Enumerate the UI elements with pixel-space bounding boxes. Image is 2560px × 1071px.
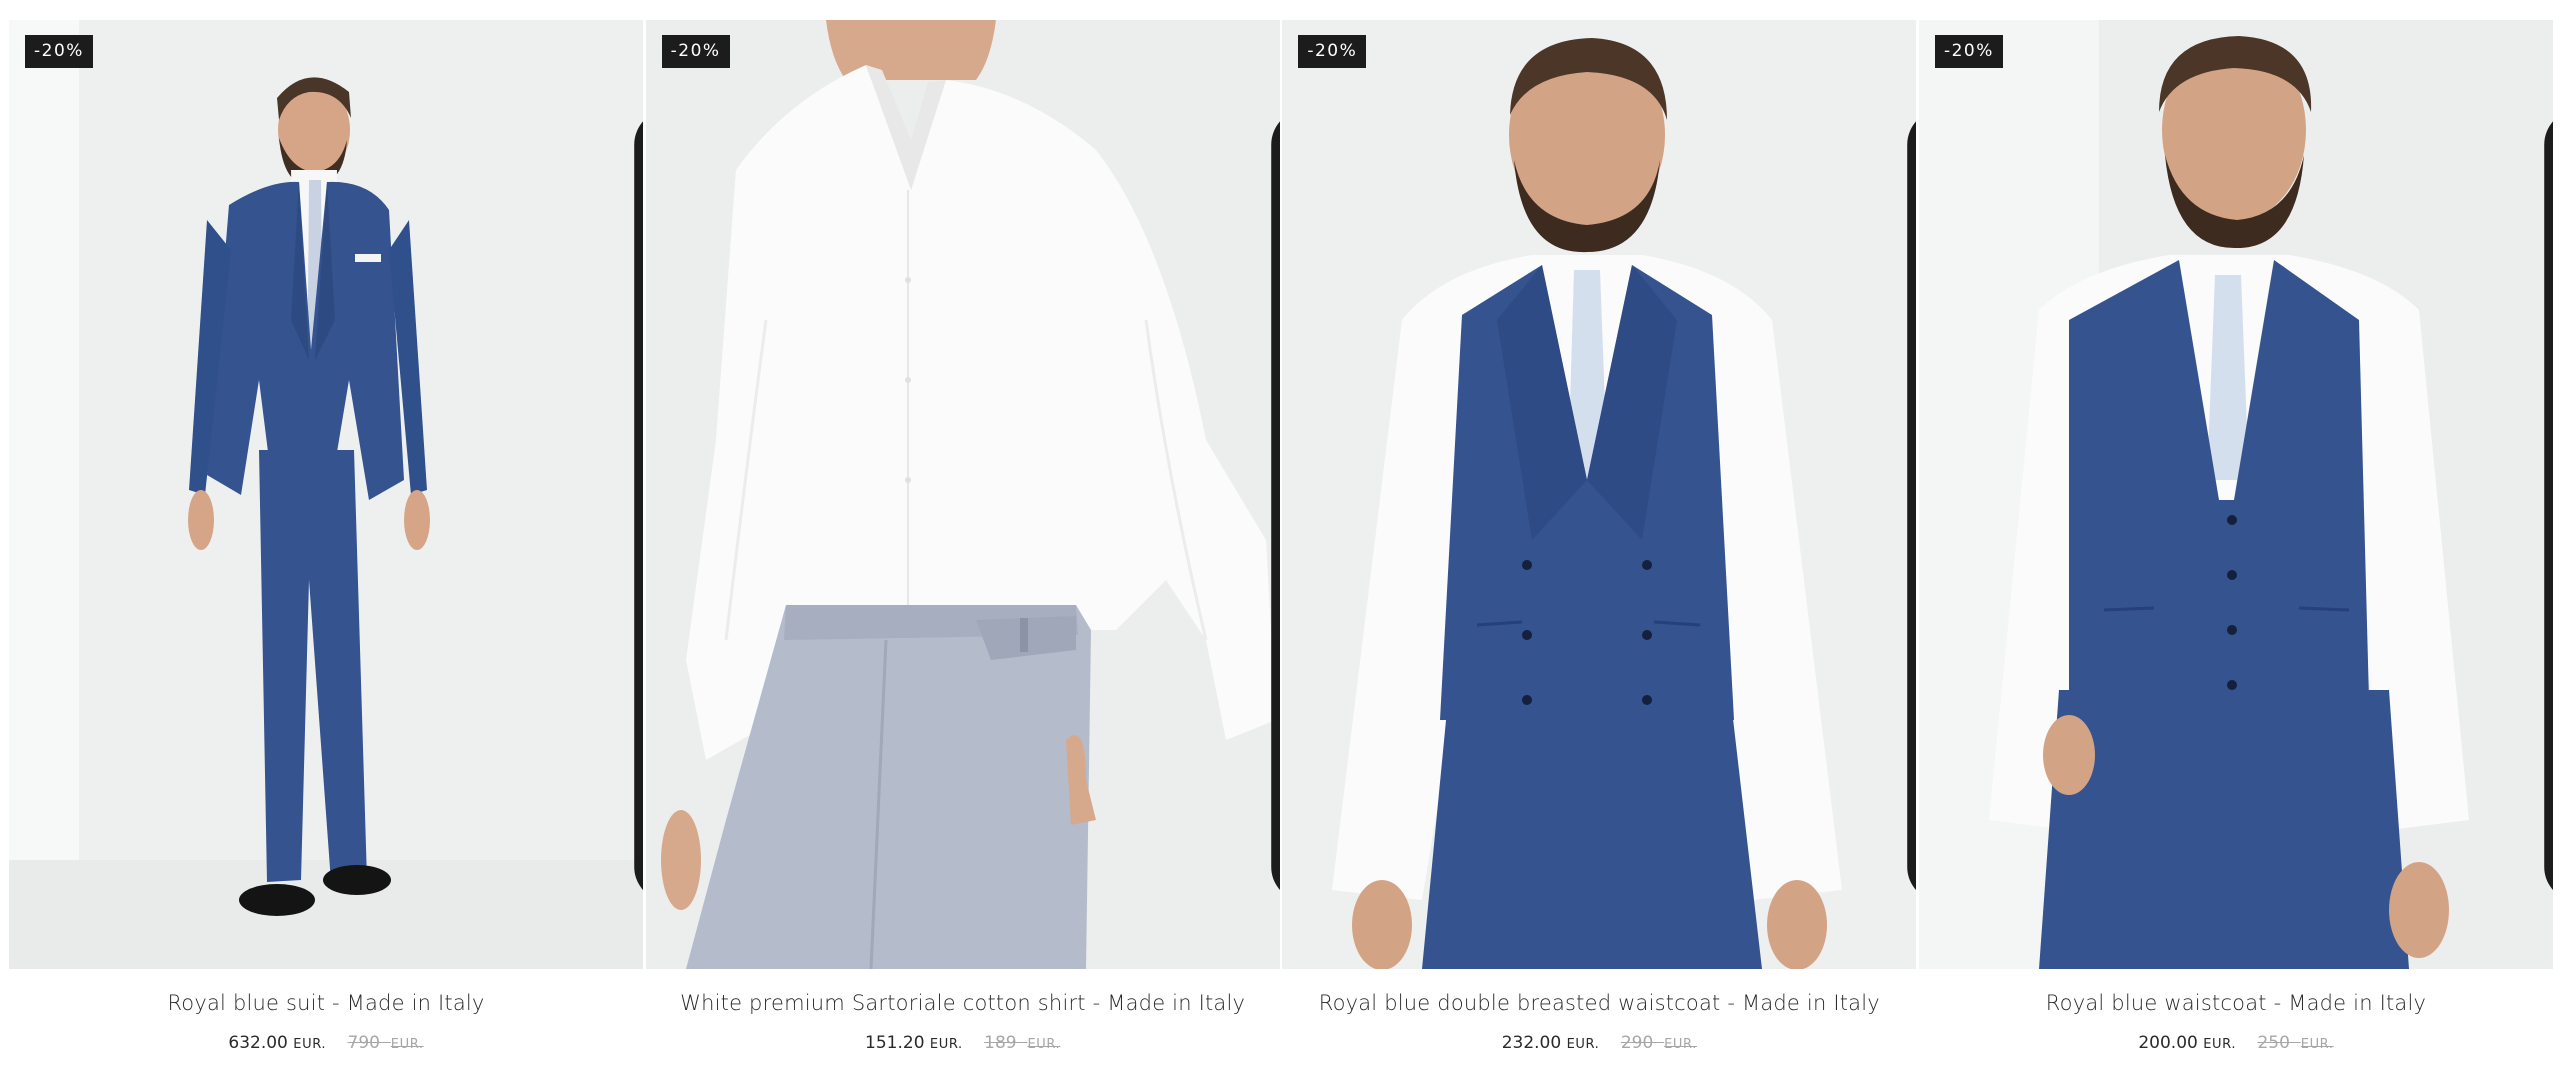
model-in-royal-blue-waistcoat (1918, 20, 2553, 969)
original-price-value: 290 (1620, 1033, 1654, 1053)
product-price: 632.00 EUR. 790 EUR. (9, 1033, 643, 1053)
product-name[interactable]: Royal blue double breasted waistcoat - M… (1282, 991, 1916, 1015)
discount-badge: -20% (1934, 35, 2003, 68)
currency-label: EUR. (293, 1037, 327, 1052)
bookmark-icon[interactable] (2509, 40, 2553, 890)
product-image[interactable]: -20% (9, 20, 643, 969)
product-name[interactable]: White premium Sartoriale cotton shirt - … (646, 991, 1280, 1015)
model-in-royal-blue-suit (9, 20, 643, 969)
current-price: 632.00 (228, 1033, 288, 1053)
product-name[interactable]: Royal blue suit - Made in Italy (9, 991, 643, 1015)
original-currency-label: EUR. (2300, 1037, 2334, 1052)
original-currency-label: EUR. (1664, 1037, 1697, 1052)
current-price: 151.20 (865, 1033, 925, 1053)
product-image[interactable]: -20% (1918, 20, 2553, 969)
product-card[interactable]: -20% Royal blue double breasted waistcoa… (1282, 20, 1917, 1071)
currency-label: EUR. (929, 1037, 963, 1052)
product-price: 232.00 EUR. 290 EUR. (1282, 1033, 1916, 1053)
model-in-white-shirt (645, 20, 1280, 969)
current-price: 232.00 (1501, 1033, 1562, 1053)
model-in-double-breasted-waistcoat (1282, 20, 1917, 969)
product-grid: -20% Royal blue suit - Made in Italy 632… (9, 20, 2553, 1071)
bookmark-icon[interactable] (1236, 40, 1280, 890)
product-price: 200.00 EUR. 250 EUR. (1919, 1033, 2553, 1053)
original-price: 790 EUR. (348, 1033, 424, 1053)
product-name[interactable]: Royal blue waistcoat - Made in Italy (1919, 991, 2553, 1015)
product-card[interactable]: -20% White premium Sartoriale cotton shi… (645, 20, 1280, 1071)
original-price-value: 790 (347, 1033, 380, 1053)
original-price: 189 EUR. (984, 1033, 1060, 1053)
current-price: 200.00 (2138, 1033, 2198, 1053)
discount-badge: -20% (25, 35, 93, 68)
original-price: 290 EUR. (1621, 1033, 1697, 1053)
bookmark-icon[interactable] (599, 40, 643, 890)
currency-label: EUR. (1566, 1037, 1600, 1052)
original-price: 250 EUR. (2257, 1033, 2333, 1053)
bookmark-icon[interactable] (1872, 40, 1917, 890)
currency-label: EUR. (2203, 1037, 2237, 1052)
product-price: 151.20 EUR. 189 EUR. (646, 1033, 1280, 1053)
original-currency-label: EUR. (1027, 1037, 1061, 1052)
product-card[interactable]: -20% Royal blue waistcoat - Made in Ital… (1918, 20, 2553, 1071)
discount-badge: -20% (661, 35, 730, 68)
original-currency-label: EUR. (390, 1037, 424, 1052)
product-card[interactable]: -20% Royal blue suit - Made in Italy 632… (9, 20, 643, 1071)
original-price-value: 250 (2257, 1033, 2290, 1053)
discount-badge: -20% (1298, 35, 1367, 68)
original-price-value: 189 (984, 1033, 1017, 1053)
product-image[interactable]: -20% (1282, 20, 1917, 969)
product-image[interactable]: -20% (645, 20, 1280, 969)
